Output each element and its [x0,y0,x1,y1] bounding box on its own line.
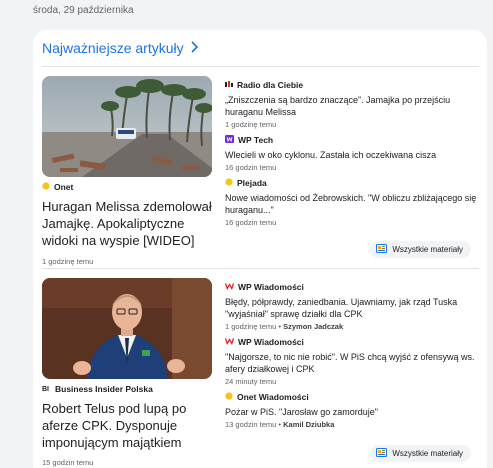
related-time: 13 godzin temu • Kamil Dziubka [225,420,335,429]
related-time: 16 godzin temu [225,218,277,227]
wp-logo-icon [224,282,235,292]
source-name: Plejada [237,178,267,188]
related-title[interactable]: Błędy, półprawdy, zaniedbania. Ujawniamy… [225,296,479,320]
hero-article[interactable]: Onet Huragan Melissa zdemolował Jamajkę.… [42,182,214,266]
related-article[interactable]: Plejada Nowe wiadomości od Żebrowskich. … [225,178,479,227]
related-title[interactable]: "Najgorsze, to nic nie robić". W PiS chc… [225,351,479,375]
related-article[interactable]: Radio dla Ciebie „Zniszczenia są bardzo … [225,80,479,129]
all-coverage-label: Wszystkie materiały [392,245,463,254]
source-name: Onet Wiadomości [237,392,309,402]
story-cluster: BI Business Insider Polska Robert Telus … [42,278,479,468]
story-cluster: Onet Huragan Melissa zdemolował Jamajkę.… [42,76,479,266]
source-name: Radio dla Ciebie [237,80,304,90]
divider [42,268,479,269]
related-title[interactable]: Wlecieli w oko cyklonu. Zastała ich ocze… [225,149,479,161]
wp-logo-icon [225,135,234,145]
chevron-right-icon [190,40,198,56]
related-article[interactable]: Onet Wiadomości Pożar w PiS. "Jarosław g… [225,392,479,429]
related-article[interactable]: WP Wiadomości Błędy, półprawdy, zaniedba… [224,282,479,331]
related-article[interactable]: WP Tech Wlecieli w oko cyklonu. Zastała … [225,135,479,172]
plejada-logo-icon [225,178,233,188]
related-time: 1 godzinę temu [225,120,277,129]
related-source: Onet Wiadomości [225,392,479,402]
all-coverage-label: Wszystkie materiały [392,449,463,458]
related-source: WP Tech [225,135,479,145]
hero-time: 1 godzinę temu [42,257,94,266]
all-coverage-button[interactable]: Wszystkie materiały [370,241,471,258]
related-title[interactable]: Pożar w PiS. "Jarosław go zamorduje" [225,406,479,418]
section-header-link[interactable]: Najważniejsze artykuły [42,40,198,56]
hero-time: 15 godzin temu [42,458,94,467]
all-coverage-button[interactable]: Wszystkie materiały [370,445,471,462]
hero-title[interactable]: Huragan Melissa zdemolował Jamajkę. Apok… [42,198,214,249]
source-name: Business Insider Polska [55,384,153,394]
wp-logo-icon [224,337,235,347]
radio-logo-icon [225,80,233,90]
source-name: WP Wiadomości [238,282,304,292]
onet-logo-icon [42,182,50,192]
hero-title[interactable]: Robert Telus pod lupą po aferze CPK. Dys… [42,400,214,451]
hurricane-image[interactable] [42,76,212,177]
svg-text:BI: BI [42,386,49,392]
related-source: WP Wiadomości [224,337,479,347]
hero-source: Onet [42,182,214,192]
related-time: 16 godzin temu [225,163,277,172]
related-list: WP Wiadomości Błędy, półprawdy, zaniedba… [224,282,479,435]
related-title[interactable]: Nowe wiadomości od Żebrowskich. "W oblic… [225,192,479,216]
divider [42,66,479,67]
hero-article[interactable]: BI Business Insider Polska Robert Telus … [42,384,214,467]
onet-logo-icon [225,392,233,402]
newspaper-icon [376,244,388,255]
related-source: Plejada [225,178,479,188]
politician-image[interactable] [42,278,212,379]
source-name: Onet [54,182,74,192]
related-title[interactable]: „Zniszczenia są bardzo znaczące”. Jamajk… [225,94,479,118]
related-article[interactable]: WP Wiadomości "Najgorsze, to nic nie rob… [224,337,479,386]
related-time: 1 godzinę temu • Szymon Jadczak [225,322,344,331]
newspaper-icon [376,448,388,459]
top-stories-card: Najważniejsze artykuły Onet Huragan Meli… [33,30,487,468]
related-list: Radio dla Ciebie „Zniszczenia są bardzo … [225,80,479,233]
hero-source: BI Business Insider Polska [42,384,214,394]
date-label: środa, 29 października [33,5,134,16]
source-name: WP Tech [238,135,274,145]
related-source: WP Wiadomości [224,282,479,292]
source-name: WP Wiadomości [238,337,304,347]
related-time: 24 minuty temu [225,377,277,386]
related-source: Radio dla Ciebie [225,80,479,90]
section-title: Najważniejsze artykuły [42,40,184,56]
business-insider-logo-icon: BI [42,384,51,394]
